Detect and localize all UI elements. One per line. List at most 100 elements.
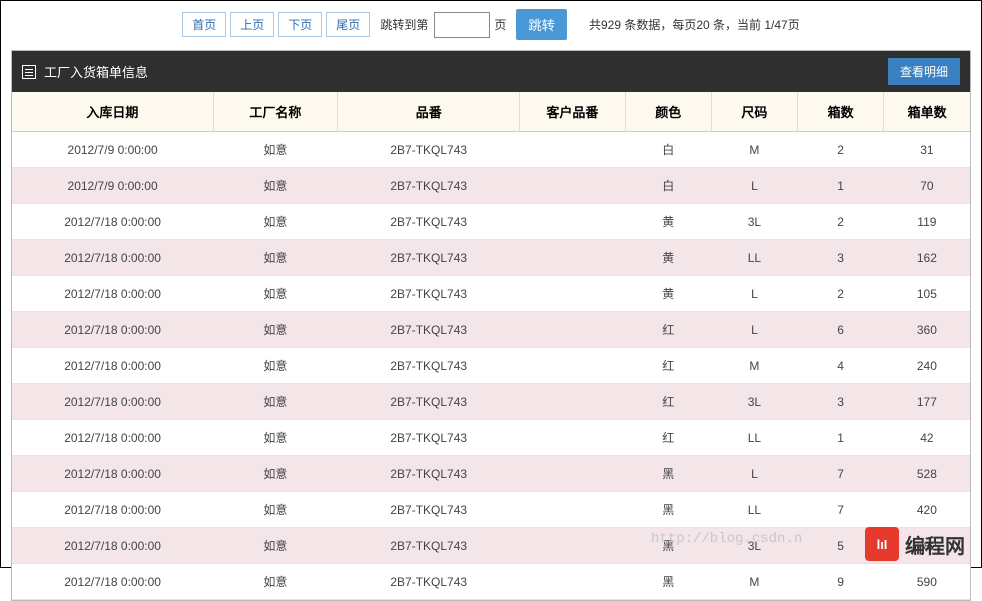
cell-boxes: 9	[798, 564, 884, 600]
cell-qty: 590	[884, 564, 970, 600]
cell-factory: 如意	[213, 240, 338, 276]
cell-date: 2012/7/9 0:00:00	[12, 168, 213, 204]
cell-date: 2012/7/18 0:00:00	[12, 420, 213, 456]
cell-color: 黄	[625, 276, 711, 312]
table-row[interactable]: 2012/7/18 0:00:00如意2B7-TKQL743 红LL142	[12, 420, 970, 456]
cell-code: 2B7-TKQL743	[338, 420, 520, 456]
cell-factory: 如意	[213, 384, 338, 420]
cell-qty: 360	[884, 312, 970, 348]
cell-boxes: 3	[798, 240, 884, 276]
cell-cust	[520, 240, 625, 276]
cell-color: 白	[625, 168, 711, 204]
cell-size: 3L	[711, 384, 797, 420]
table-row[interactable]: 2012/7/18 0:00:00如意2B7-TKQL743黄L2105	[12, 276, 970, 312]
watermark-url: http://blog.csdn.n	[651, 531, 802, 547]
document-icon	[22, 65, 36, 79]
cell-code: 2B7-TKQL743	[338, 384, 520, 420]
column-header: 箱数	[798, 92, 884, 132]
prev-page-link[interactable]: 上页	[230, 12, 274, 37]
detail-button[interactable]: 查看明细	[888, 58, 960, 85]
cell-code: 2B7-TKQL743	[338, 204, 520, 240]
cell-color: 白	[625, 132, 711, 168]
cell-code: 2B7-TKQL743	[338, 132, 520, 168]
pager: 首页 上页 下页 尾页 跳转到第 页 跳转 共929 条数据，每页20 条，当前…	[1, 1, 981, 50]
cell-cust	[520, 348, 625, 384]
cell-factory: 如意	[213, 168, 338, 204]
table-body: 2012/7/9 0:00:00如意2B7-TKQL743白M2312012/7…	[12, 132, 970, 600]
cell-factory: 如意	[213, 348, 338, 384]
jump-label-prefix: 跳转到第	[380, 16, 428, 33]
cell-qty: 528	[884, 456, 970, 492]
column-header: 箱单数	[884, 92, 970, 132]
table-row[interactable]: 2012/7/18 0:00:00如意2B7-TKQL743黑L7528	[12, 456, 970, 492]
column-header: 工厂名称	[213, 92, 338, 132]
watermark-logo-icon: lıI	[865, 527, 899, 561]
table-row[interactable]: 2012/7/9 0:00:00如意2B7-TKQL743白L170	[12, 168, 970, 204]
jump-button[interactable]: 跳转	[516, 9, 567, 40]
cell-boxes: 1	[798, 168, 884, 204]
cell-cust	[520, 168, 625, 204]
cell-size: 3L	[711, 204, 797, 240]
jump-page-input[interactable]	[434, 12, 490, 38]
cell-date: 2012/7/18 0:00:00	[12, 456, 213, 492]
cell-boxes: 6	[798, 312, 884, 348]
cell-color: 黄	[625, 240, 711, 276]
cell-color: 黑	[625, 456, 711, 492]
cell-color: 红	[625, 420, 711, 456]
cell-cust	[520, 276, 625, 312]
cell-qty: 119	[884, 204, 970, 240]
table-row[interactable]: 2012/7/18 0:00:00如意2B7-TKQL743黑3L5282	[12, 528, 970, 564]
cell-size: M	[711, 564, 797, 600]
cell-cust	[520, 132, 625, 168]
table-row[interactable]: 2012/7/18 0:00:00如意2B7-TKQL743黄3L2119	[12, 204, 970, 240]
table-row[interactable]: 2012/7/18 0:00:00如意2B7-TKQL743红3L3177	[12, 384, 970, 420]
data-table: 入库日期工厂名称品番客户品番颜色尺码箱数箱单数 2012/7/9 0:00:00…	[12, 92, 970, 600]
watermark-brand: 编程网	[905, 530, 965, 559]
cell-boxes: 1	[798, 420, 884, 456]
cell-cust	[520, 564, 625, 600]
cell-color: 黑	[625, 492, 711, 528]
cell-factory: 如意	[213, 204, 338, 240]
cell-code: 2B7-TKQL743	[338, 528, 520, 564]
first-page-link[interactable]: 首页	[182, 12, 226, 37]
cell-qty: 42	[884, 420, 970, 456]
cell-cust	[520, 492, 625, 528]
table-row[interactable]: 2012/7/18 0:00:00如意2B7-TKQL743黄LL3162	[12, 240, 970, 276]
column-header: 尺码	[711, 92, 797, 132]
cell-factory: 如意	[213, 528, 338, 564]
cell-date: 2012/7/18 0:00:00	[12, 348, 213, 384]
table-row[interactable]: 2012/7/18 0:00:00如意2B7-TKQL743红L6360	[12, 312, 970, 348]
panel-title: 工厂入货箱单信息	[44, 62, 148, 81]
table-row[interactable]: 2012/7/18 0:00:00如意2B7-TKQL743黑LL7420	[12, 492, 970, 528]
cell-size: M	[711, 348, 797, 384]
last-page-link[interactable]: 尾页	[326, 12, 370, 37]
cell-color: 红	[625, 384, 711, 420]
cell-boxes: 2	[798, 204, 884, 240]
jump-label-suffix: 页	[494, 16, 506, 33]
cell-color: 红	[625, 348, 711, 384]
cell-factory: 如意	[213, 564, 338, 600]
cell-date: 2012/7/18 0:00:00	[12, 204, 213, 240]
cell-date: 2012/7/18 0:00:00	[12, 492, 213, 528]
cell-size: LL	[711, 420, 797, 456]
cell-color: 黑	[625, 564, 711, 600]
cell-cust	[520, 420, 625, 456]
column-header: 品番	[338, 92, 520, 132]
cell-code: 2B7-TKQL743	[338, 276, 520, 312]
next-page-link[interactable]: 下页	[278, 12, 322, 37]
cell-qty: 105	[884, 276, 970, 312]
table-row[interactable]: 2012/7/9 0:00:00如意2B7-TKQL743白M231	[12, 132, 970, 168]
cell-factory: 如意	[213, 456, 338, 492]
cell-factory: 如意	[213, 420, 338, 456]
table-header-row: 入库日期工厂名称品番客户品番颜色尺码箱数箱单数	[12, 92, 970, 132]
cell-qty: 177	[884, 384, 970, 420]
cell-code: 2B7-TKQL743	[338, 312, 520, 348]
cell-code: 2B7-TKQL743	[338, 492, 520, 528]
cell-cust	[520, 204, 625, 240]
table-row[interactable]: 2012/7/18 0:00:00如意2B7-TKQL743黑M9590	[12, 564, 970, 600]
cell-factory: 如意	[213, 132, 338, 168]
cell-qty: 240	[884, 348, 970, 384]
table-row[interactable]: 2012/7/18 0:00:00如意2B7-TKQL743红M4240	[12, 348, 970, 384]
cell-color: 红	[625, 312, 711, 348]
cell-cust	[520, 456, 625, 492]
